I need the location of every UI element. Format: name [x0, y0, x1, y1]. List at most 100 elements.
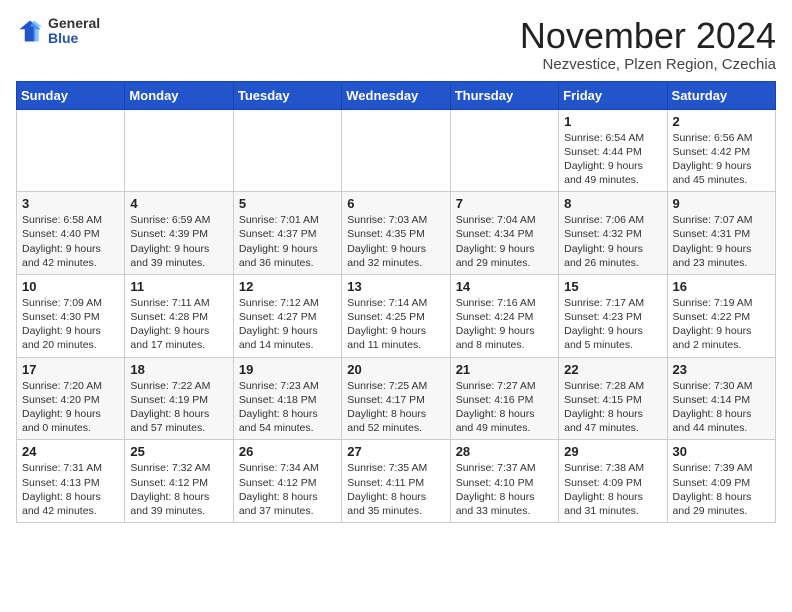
- day-info: Sunrise: 7:31 AM Sunset: 4:13 PM Dayligh…: [22, 461, 119, 518]
- day-number: 26: [239, 444, 336, 459]
- day-info: Sunrise: 7:23 AM Sunset: 4:18 PM Dayligh…: [239, 379, 336, 436]
- day-number: 27: [347, 444, 444, 459]
- calendar-cell: 5 Sunrise: 7:01 AM Sunset: 4:37 PM Daylig…: [233, 192, 341, 275]
- day-info: Sunrise: 7:30 AM Sunset: 4:14 PM Dayligh…: [673, 379, 770, 436]
- calendar-cell: [342, 109, 450, 192]
- day-number: 23: [673, 362, 770, 377]
- day-number: 14: [456, 279, 553, 294]
- calendar-cell: 19Sunrise: 7:23 AM Sunset: 4:18 PM Dayli…: [233, 357, 341, 440]
- week-row-3: 10 Sunrise: 7:09 AM Sunset: 4:30 PM Dayli…: [17, 274, 776, 357]
- day-info: Sunrise: 7:17 AM Sunset: 4:23 PM Dayligh…: [564, 296, 661, 353]
- day-number: 12: [239, 279, 336, 294]
- day-info: Sunrise: 7:14 AM Sunset: 4:25 PM Dayligh…: [347, 296, 444, 353]
- calendar-cell: [125, 109, 233, 192]
- day-info: Sunrise: 6:58 AM Sunset: 4:40 PM Dayligh…: [22, 213, 119, 270]
- calendar-cell: 10 Sunrise: 7:09 AM Sunset: 4:30 PM Dayli…: [17, 274, 125, 357]
- calendar-cell: 28 Sunrise: 7:37 AM Sunset: 4:10 PM Dayli…: [450, 440, 558, 523]
- day-number: 6: [347, 196, 444, 211]
- calendar-cell: 27 Sunrise: 7:35 AM Sunset: 4:11 PM Dayli…: [342, 440, 450, 523]
- day-number: 2: [673, 114, 770, 129]
- day-info: Sunrise: 7:32 AM Sunset: 4:12 PM Dayligh…: [130, 461, 227, 518]
- calendar-cell: 24 Sunrise: 7:31 AM Sunset: 4:13 PM Dayli…: [17, 440, 125, 523]
- day-info: Sunrise: 6:56 AM Sunset: 4:42 PM Dayligh…: [673, 131, 770, 188]
- calendar-cell: 21 Sunrise: 7:27 AM Sunset: 4:16 PM Dayli…: [450, 357, 558, 440]
- day-number: 16: [673, 279, 770, 294]
- day-info: Sunrise: 7:39 AM Sunset: 4:09 PM Dayligh…: [673, 461, 770, 518]
- day-info: Sunrise: 7:07 AM Sunset: 4:31 PM Dayligh…: [673, 213, 770, 270]
- calendar-cell: 29 Sunrise: 7:38 AM Sunset: 4:09 PM Dayli…: [559, 440, 667, 523]
- day-number: 18: [130, 362, 227, 377]
- header-day-saturday: Saturday: [667, 81, 775, 109]
- title-block: November 2024 Nezvestice, Plzen Region, …: [520, 16, 776, 73]
- day-info: Sunrise: 7:20 AM Sunset: 4:20 PM Dayligh…: [22, 379, 119, 436]
- logo-icon: [16, 17, 44, 45]
- calendar-cell: 22 Sunrise: 7:28 AM Sunset: 4:15 PM Dayli…: [559, 357, 667, 440]
- calendar-cell: 15 Sunrise: 7:17 AM Sunset: 4:23 PM Dayli…: [559, 274, 667, 357]
- calendar-cell: 7Sunrise: 7:04 AM Sunset: 4:34 PM Daylig…: [450, 192, 558, 275]
- day-info: Sunrise: 7:27 AM Sunset: 4:16 PM Dayligh…: [456, 379, 553, 436]
- day-info: Sunrise: 7:37 AM Sunset: 4:10 PM Dayligh…: [456, 461, 553, 518]
- day-info: Sunrise: 7:25 AM Sunset: 4:17 PM Dayligh…: [347, 379, 444, 436]
- calendar-cell: 14Sunrise: 7:16 AM Sunset: 4:24 PM Dayli…: [450, 274, 558, 357]
- calendar-cell: 25 Sunrise: 7:32 AM Sunset: 4:12 PM Dayli…: [125, 440, 233, 523]
- day-number: 10: [22, 279, 119, 294]
- day-info: Sunrise: 7:06 AM Sunset: 4:32 PM Dayligh…: [564, 213, 661, 270]
- header: General Blue November 2024 Nezvestice, P…: [16, 16, 776, 73]
- calendar-cell: 13 Sunrise: 7:14 AM Sunset: 4:25 PM Dayli…: [342, 274, 450, 357]
- location-subtitle: Nezvestice, Plzen Region, Czechia: [520, 56, 776, 73]
- calendar-table: SundayMondayTuesdayWednesdayThursdayFrid…: [16, 81, 776, 523]
- day-info: Sunrise: 7:28 AM Sunset: 4:15 PM Dayligh…: [564, 379, 661, 436]
- day-info: Sunrise: 6:59 AM Sunset: 4:39 PM Dayligh…: [130, 213, 227, 270]
- day-number: 4: [130, 196, 227, 211]
- day-number: 24: [22, 444, 119, 459]
- day-info: Sunrise: 7:38 AM Sunset: 4:09 PM Dayligh…: [564, 461, 661, 518]
- calendar-cell: 4 Sunrise: 6:59 AM Sunset: 4:39 PM Daylig…: [125, 192, 233, 275]
- calendar-header-row: SundayMondayTuesdayWednesdayThursdayFrid…: [17, 81, 776, 109]
- calendar-cell: 17Sunrise: 7:20 AM Sunset: 4:20 PM Dayli…: [17, 357, 125, 440]
- day-info: Sunrise: 7:12 AM Sunset: 4:27 PM Dayligh…: [239, 296, 336, 353]
- day-number: 22: [564, 362, 661, 377]
- calendar-cell: 1Sunrise: 6:54 AM Sunset: 4:44 PM Daylig…: [559, 109, 667, 192]
- day-number: 20: [347, 362, 444, 377]
- day-number: 29: [564, 444, 661, 459]
- header-day-thursday: Thursday: [450, 81, 558, 109]
- week-row-2: 3 Sunrise: 6:58 AM Sunset: 4:40 PM Daylig…: [17, 192, 776, 275]
- day-info: Sunrise: 7:03 AM Sunset: 4:35 PM Dayligh…: [347, 213, 444, 270]
- day-info: Sunrise: 7:34 AM Sunset: 4:12 PM Dayligh…: [239, 461, 336, 518]
- header-day-wednesday: Wednesday: [342, 81, 450, 109]
- calendar-cell: 18 Sunrise: 7:22 AM Sunset: 4:19 PM Dayli…: [125, 357, 233, 440]
- calendar-cell: 11Sunrise: 7:11 AM Sunset: 4:28 PM Dayli…: [125, 274, 233, 357]
- day-number: 21: [456, 362, 553, 377]
- day-number: 28: [456, 444, 553, 459]
- day-number: 8: [564, 196, 661, 211]
- day-info: Sunrise: 7:09 AM Sunset: 4:30 PM Dayligh…: [22, 296, 119, 353]
- header-day-tuesday: Tuesday: [233, 81, 341, 109]
- day-info: Sunrise: 7:01 AM Sunset: 4:37 PM Dayligh…: [239, 213, 336, 270]
- day-number: 15: [564, 279, 661, 294]
- calendar-cell: 2 Sunrise: 6:56 AM Sunset: 4:42 PM Daylig…: [667, 109, 775, 192]
- week-row-4: 17Sunrise: 7:20 AM Sunset: 4:20 PM Dayli…: [17, 357, 776, 440]
- day-info: Sunrise: 7:04 AM Sunset: 4:34 PM Dayligh…: [456, 213, 553, 270]
- logo-text: General Blue: [48, 16, 100, 47]
- calendar-cell: 12 Sunrise: 7:12 AM Sunset: 4:27 PM Dayli…: [233, 274, 341, 357]
- logo-general-label: General: [48, 16, 100, 31]
- calendar-cell: 8 Sunrise: 7:06 AM Sunset: 4:32 PM Daylig…: [559, 192, 667, 275]
- day-info: Sunrise: 7:35 AM Sunset: 4:11 PM Dayligh…: [347, 461, 444, 518]
- day-number: 1: [564, 114, 661, 129]
- logo-blue-label: Blue: [48, 31, 100, 46]
- header-day-friday: Friday: [559, 81, 667, 109]
- month-title: November 2024: [520, 16, 776, 56]
- calendar-cell: 3 Sunrise: 6:58 AM Sunset: 4:40 PM Daylig…: [17, 192, 125, 275]
- calendar-cell: 30 Sunrise: 7:39 AM Sunset: 4:09 PM Dayli…: [667, 440, 775, 523]
- calendar-cell: [450, 109, 558, 192]
- week-row-1: 1Sunrise: 6:54 AM Sunset: 4:44 PM Daylig…: [17, 109, 776, 192]
- calendar-cell: 16Sunrise: 7:19 AM Sunset: 4:22 PM Dayli…: [667, 274, 775, 357]
- calendar-cell: 9Sunrise: 7:07 AM Sunset: 4:31 PM Daylig…: [667, 192, 775, 275]
- day-number: 3: [22, 196, 119, 211]
- day-info: Sunrise: 7:22 AM Sunset: 4:19 PM Dayligh…: [130, 379, 227, 436]
- day-number: 5: [239, 196, 336, 211]
- day-number: 25: [130, 444, 227, 459]
- calendar-cell: 26 Sunrise: 7:34 AM Sunset: 4:12 PM Dayli…: [233, 440, 341, 523]
- day-number: 13: [347, 279, 444, 294]
- day-number: 30: [673, 444, 770, 459]
